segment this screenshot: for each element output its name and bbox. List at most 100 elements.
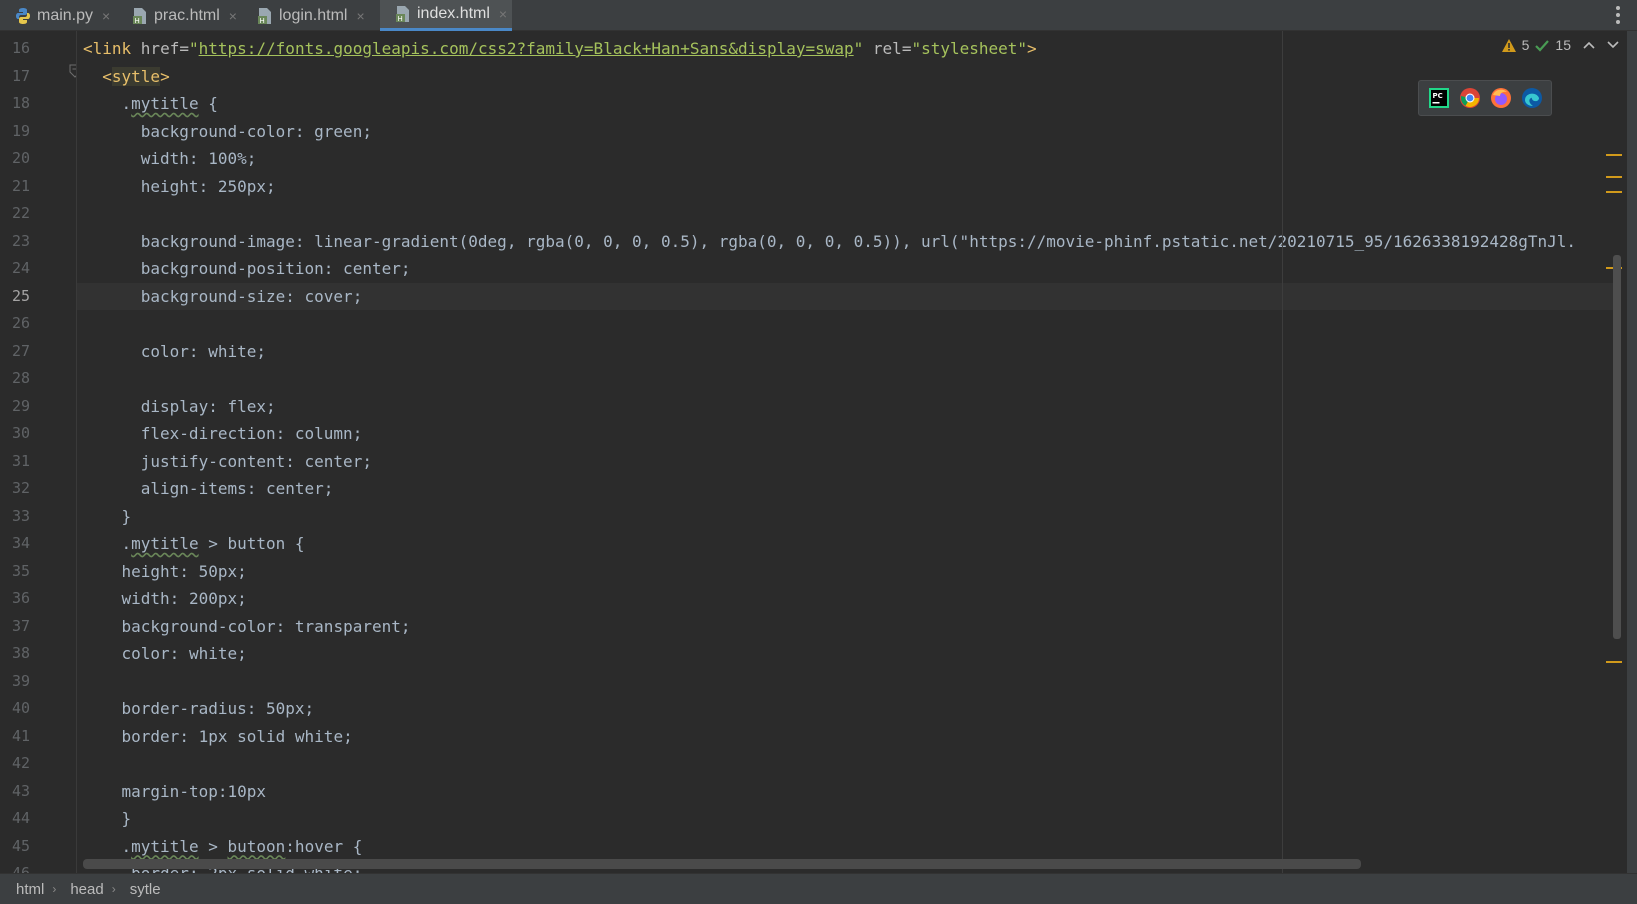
code-token: display: flex;: [140, 396, 276, 416]
code-token: href=: [140, 39, 189, 58]
close-icon[interactable]: ×: [229, 8, 237, 24]
tab-main-py[interactable]: main.py ×: [0, 0, 117, 31]
close-icon[interactable]: ×: [356, 8, 364, 24]
line-number: 16: [11, 39, 30, 57]
code-line[interactable]: <sytle>: [77, 63, 1617, 91]
code-token: mytitle: [131, 534, 199, 553]
pycharm-icon[interactable]: PC: [1428, 87, 1450, 109]
code-token: https://fonts.googleapis.com/css2?family…: [198, 39, 854, 58]
code-line[interactable]: background-position: center;: [77, 255, 1617, 283]
more-options-icon[interactable]: [1616, 6, 1620, 24]
line-number: 40: [11, 699, 30, 717]
code-line[interactable]: width: 200px;: [77, 585, 1617, 613]
code-token: ": [188, 39, 199, 58]
code-line[interactable]: .mytitle {: [77, 90, 1617, 118]
code-line[interactable]: height: 50px;: [77, 558, 1617, 586]
code-line[interactable]: <link href="https://fonts.googleapis.com…: [77, 35, 1617, 63]
breadcrumb-style[interactable]: sytle: [130, 881, 161, 898]
code-token: background-color: green;: [140, 121, 372, 141]
line-number: 26: [11, 314, 30, 332]
code-line[interactable]: [77, 200, 1617, 228]
line-number: 34: [11, 534, 30, 552]
vertical-scrollbar[interactable]: [1613, 255, 1621, 639]
code-line[interactable]: }: [77, 805, 1617, 833]
code-token: justify-content: center;: [140, 451, 372, 471]
code-line[interactable]: border: 1px solid white;: [77, 723, 1617, 751]
weak-warning-check-icon: [1535, 39, 1550, 52]
code-token: <: [102, 66, 112, 86]
code-line[interactable]: [77, 365, 1617, 393]
tab-label: login.html: [279, 6, 348, 24]
tab-prac-html[interactable]: H prac.html ×: [117, 0, 242, 31]
code-line[interactable]: background-color: transparent;: [77, 613, 1617, 641]
code-token: >: [160, 66, 170, 86]
tab-index-html[interactable]: H index.html ×: [380, 0, 512, 31]
code-line[interactable]: color: white;: [77, 338, 1617, 366]
code-line[interactable]: .mytitle > button {: [77, 530, 1617, 558]
line-number: 22: [11, 204, 30, 222]
code-line[interactable]: display: flex;: [77, 393, 1617, 421]
chrome-icon[interactable]: [1459, 87, 1481, 109]
tab-login-html[interactable]: H login.html ×: [242, 0, 378, 31]
code-token: height: 250px;: [140, 176, 276, 196]
code-token: border-radius: 50px;: [121, 699, 315, 718]
weak-warning-count: 15: [1555, 37, 1571, 53]
warning-stripe-marker[interactable]: [1606, 661, 1622, 663]
close-icon[interactable]: ×: [102, 8, 110, 24]
code-line[interactable]: [77, 750, 1617, 778]
code-line[interactable]: }: [77, 503, 1617, 531]
svg-text:H: H: [260, 17, 265, 25]
code-token: flex-direction: column;: [140, 424, 363, 443]
code-line[interactable]: .mytitle > butoon:hover {: [77, 833, 1617, 861]
code-line[interactable]: justify-content: center;: [77, 448, 1617, 476]
code-token: sytle: [111, 66, 161, 86]
line-number: 32: [11, 479, 30, 497]
code-token: width: 200px;: [121, 589, 247, 608]
breadcrumb: html › head › sytle: [0, 873, 1637, 904]
warning-stripe-marker[interactable]: [1606, 154, 1622, 156]
line-number: 27: [11, 341, 30, 360]
code-token: align-items: center;: [140, 479, 334, 498]
code-line[interactable]: [77, 668, 1617, 696]
code-line[interactable]: margin-top:10px: [77, 778, 1617, 806]
warning-stripe-marker[interactable]: [1606, 191, 1622, 193]
code-line[interactable]: flex-direction: column;: [77, 420, 1617, 448]
code-line[interactable]: background-color: green;: [77, 118, 1617, 146]
code-token: width: 100%;: [140, 149, 257, 168]
warning-stripe-marker[interactable]: [1606, 176, 1622, 178]
inspection-widget[interactable]: 5 15: [1501, 37, 1619, 53]
line-number: 29: [11, 396, 30, 415]
code-line[interactable]: color: white;: [77, 640, 1617, 668]
code-line[interactable]: border-radius: 50px;: [77, 695, 1617, 723]
code-line[interactable]: background-image: linear-gradient(0deg, …: [77, 228, 1617, 256]
code-line[interactable]: height: 250px;: [77, 173, 1617, 201]
line-number: 31: [11, 451, 30, 470]
line-number: 42: [11, 754, 30, 772]
code-line[interactable]: width: 100%;: [77, 145, 1617, 173]
code-line[interactable]: [77, 310, 1617, 338]
code-line[interactable]: align-items: center;: [77, 475, 1617, 503]
breadcrumb-head[interactable]: head: [70, 881, 103, 898]
line-number-gutter[interactable]: 16 17 18 19 20 21 22 23 24 25 26 27 28 29 30 31 32 33 34 35…: [0, 31, 77, 873]
code-token: .: [121, 94, 132, 113]
breadcrumb-html[interactable]: html: [16, 881, 44, 898]
chevron-up-icon[interactable]: [1583, 40, 1595, 50]
line-number: 39: [11, 671, 30, 690]
right-margin-guide: [1282, 31, 1283, 873]
chevron-down-icon[interactable]: [1607, 40, 1619, 50]
code-editor[interactable]: <link href="https://fonts.googleapis.com…: [77, 31, 1617, 873]
code-line[interactable]: background-size: cover;: [77, 282, 1617, 310]
fold-marker-icon[interactable]: [69, 64, 77, 78]
line-number: 46: [11, 864, 30, 873]
code-token: ": [853, 39, 864, 58]
html-file-icon: H: [258, 7, 271, 25]
firefox-icon[interactable]: [1490, 87, 1512, 109]
close-icon[interactable]: ×: [499, 6, 507, 22]
horizontal-scrollbar[interactable]: [83, 859, 1361, 869]
edge-icon[interactable]: [1521, 87, 1543, 109]
code-token: .: [121, 836, 132, 856]
line-number: 19: [11, 121, 30, 140]
code-token: border: 1px solid white;: [121, 726, 353, 746]
code-token: <link: [83, 39, 141, 58]
line-number: 18: [11, 94, 30, 112]
